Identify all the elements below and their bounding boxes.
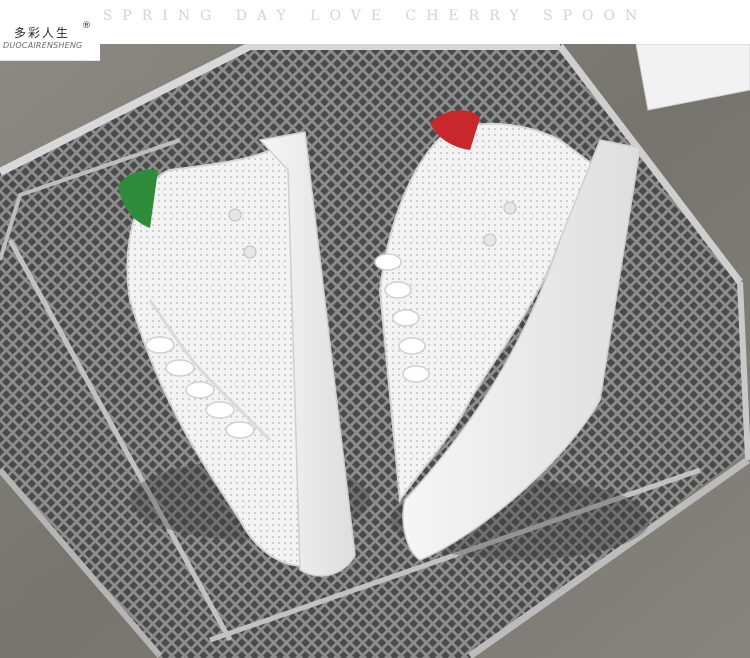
product-photo (0, 44, 750, 658)
right-sneaker (374, 110, 650, 561)
trademark-symbol: ® (82, 21, 91, 31)
brand-logo: 多彩人生 ® DUOCAIRENSHENG (0, 18, 100, 61)
brand-name-cn: 多彩人生 (14, 26, 71, 40)
tagline: SPRING DAY LOVE CHERRY SPOON (102, 8, 648, 24)
header-banner: SPRING DAY LOVE CHERRY SPOON (0, 0, 750, 44)
brand-name-en: DUOCAIRENSHENG (3, 41, 83, 50)
